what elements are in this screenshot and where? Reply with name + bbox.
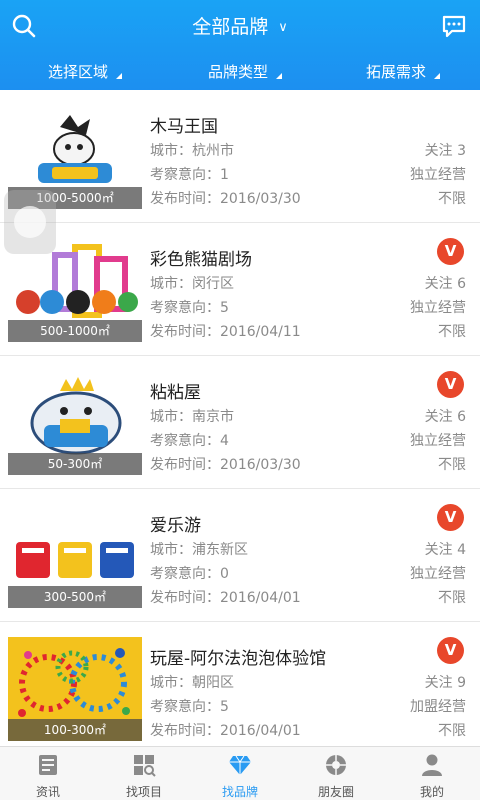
expansion-filter[interactable]: 拓展需求 — [366, 61, 441, 82]
limit-text: 不限 — [438, 324, 466, 340]
verified-badge: V — [437, 238, 464, 265]
brand-name: 爱乐游 — [150, 516, 201, 536]
chevron-down-icon: ∨ — [278, 20, 288, 35]
operation-mode: 独立经营 — [410, 167, 466, 183]
brand-city: 城市：杭州市 — [150, 143, 234, 159]
brand-city: 城市：闵行区 — [150, 276, 234, 292]
brand-logo-image: 300-500㎡ — [8, 504, 142, 608]
list-item[interactable]: 500-1000㎡ 彩色熊猫剧场 V 城市：闵行区 考察意向：5 发布时间：20… — [0, 223, 480, 356]
brand-intent: 考察意向：5 — [150, 300, 229, 316]
brand-name: 彩色熊猫剧场 — [150, 250, 252, 270]
list-item[interactable]: 1000-5000㎡ 木马王国 城市：杭州市 考察意向：1 发布时间：2016/… — [0, 90, 480, 223]
floating-assistive-button[interactable] — [4, 190, 56, 254]
limit-text: 不限 — [438, 723, 466, 739]
brand-city: 城市：朝阳区 — [150, 675, 234, 691]
verified-badge: V — [437, 504, 464, 531]
follow-count: 关注 3 — [424, 143, 466, 159]
brand-type-filter[interactable]: 品牌类型 — [208, 61, 283, 82]
verified-badge: V — [437, 371, 464, 398]
assistive-touch-icon — [14, 206, 46, 238]
dropdown-triangle-icon — [276, 73, 283, 79]
message-button[interactable] — [438, 10, 470, 42]
brand-intent: 考察意向：5 — [150, 699, 229, 715]
operation-mode: 独立经营 — [410, 300, 466, 316]
news-icon — [39, 755, 57, 775]
page-title: 全部品牌 — [192, 16, 269, 38]
brand-filter-dropdown[interactable]: 全部品牌 ∨ — [0, 12, 480, 39]
area-label: 500-1000㎡ — [8, 320, 142, 342]
follow-count: 关注 9 — [424, 675, 466, 691]
brand-date: 发布时间：2016/03/30 — [150, 191, 301, 207]
brand-logo-image: 50-300㎡ — [8, 371, 142, 475]
limit-text: 不限 — [438, 191, 466, 207]
brand-logo-image: 100-300㎡ — [8, 637, 142, 741]
brand-date: 发布时间：2016/03/30 — [150, 457, 301, 473]
brand-name: 粘粘屋 — [150, 383, 201, 403]
filter-bar: 选择区域 品牌类型 拓展需求 — [0, 52, 480, 90]
tab-profile[interactable]: 我的 — [384, 747, 480, 801]
tab-news[interactable]: 资讯 — [0, 747, 96, 801]
tab-find-project[interactable]: 找项目 — [96, 747, 192, 801]
brand-intent: 考察意向：0 — [150, 566, 229, 582]
dropdown-triangle-icon — [116, 73, 123, 79]
area-label: 300-500㎡ — [8, 586, 142, 608]
tab-moments[interactable]: 朋友圈 — [288, 747, 384, 801]
brand-list: 1000-5000㎡ 木马王国 城市：杭州市 考察意向：1 发布时间：2016/… — [0, 90, 480, 746]
brand-date: 发布时间：2016/04/01 — [150, 723, 301, 739]
operation-mode: 独立经营 — [410, 433, 466, 449]
find-project-icon — [134, 755, 156, 777]
brand-intent: 考察意向：4 — [150, 433, 229, 449]
follow-count: 关注 6 — [424, 409, 466, 425]
follow-count: 关注 6 — [424, 276, 466, 292]
region-filter[interactable]: 选择区域 — [48, 61, 123, 82]
area-label: 50-300㎡ — [8, 453, 142, 475]
follow-count: 关注 4 — [424, 542, 466, 558]
brand-date: 发布时间：2016/04/11 — [150, 324, 301, 340]
profile-icon — [422, 754, 442, 776]
list-item[interactable]: 100-300㎡ 玩屋-阿尔法泡泡体验馆 V 城市：朝阳区 考察意向：5 发布时… — [0, 622, 480, 746]
area-label: 100-300㎡ — [8, 719, 142, 741]
diamond-icon — [229, 755, 251, 775]
brand-city: 城市：南京市 — [150, 409, 234, 425]
list-item[interactable]: 300-500㎡ 爱乐游 V 城市：浦东新区 考察意向：0 发布时间：2016/… — [0, 489, 480, 622]
moments-icon — [326, 755, 346, 775]
list-item[interactable]: 50-300㎡ 粘粘屋 V 城市：南京市 考察意向：4 发布时间：2016/03… — [0, 356, 480, 489]
limit-text: 不限 — [438, 590, 466, 606]
dropdown-triangle-icon — [434, 73, 441, 79]
tab-find-brand[interactable]: 找品牌 — [192, 747, 288, 801]
brand-date: 发布时间：2016/04/01 — [150, 590, 301, 606]
brand-name: 木马王国 — [150, 117, 218, 137]
top-bar: 全部品牌 ∨ 选择区域 品牌类型 拓展需求 — [0, 0, 480, 90]
limit-text: 不限 — [438, 457, 466, 473]
bottom-tab-bar: 资讯 找项目 找品牌 朋友圈 我的 — [0, 746, 480, 800]
operation-mode: 加盟经营 — [410, 699, 466, 715]
operation-mode: 独立经营 — [410, 566, 466, 582]
brand-intent: 考察意向：1 — [150, 167, 229, 183]
chat-icon — [442, 15, 466, 38]
brand-name: 玩屋-阿尔法泡泡体验馆 — [150, 649, 327, 669]
brand-city: 城市：浦东新区 — [150, 542, 248, 558]
verified-badge: V — [437, 637, 464, 664]
